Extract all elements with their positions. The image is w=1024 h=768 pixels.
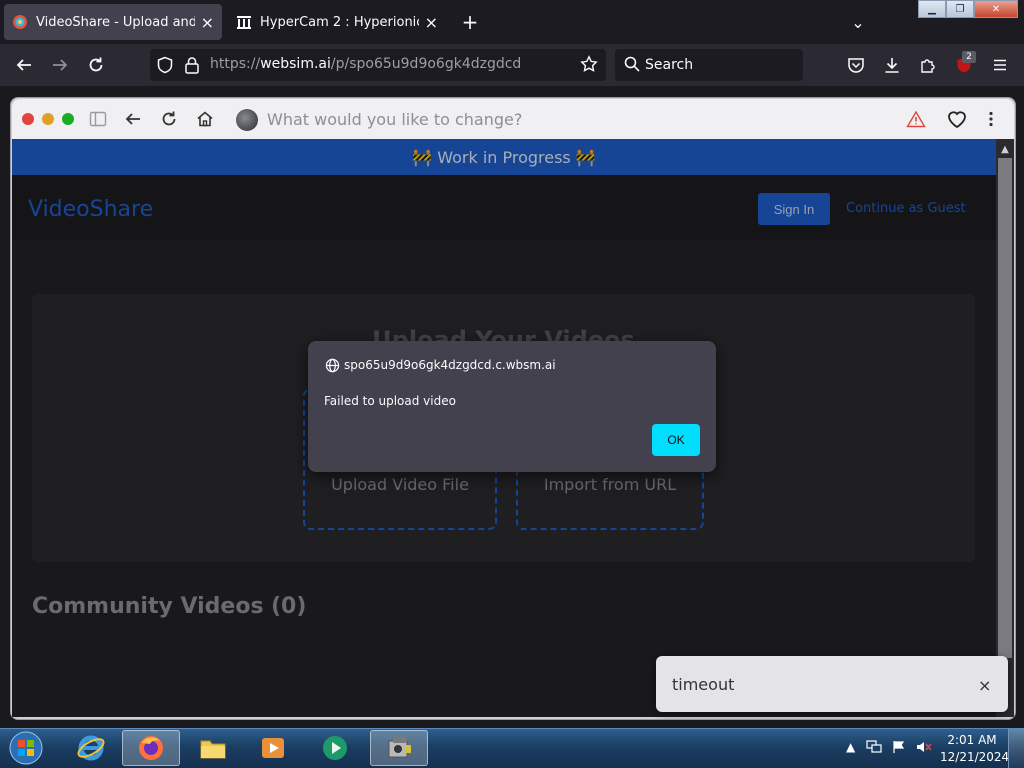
shield-icon[interactable]: [156, 56, 174, 78]
extensions-button[interactable]: [914, 51, 942, 79]
maximize-button[interactable]: ❐: [946, 0, 974, 18]
traffic-light-minimize-icon[interactable]: [42, 113, 54, 125]
media-center-icon: [323, 736, 347, 760]
show-desktop-button[interactable]: [1008, 729, 1024, 768]
tab-label: VideoShare - Upload and Manage: [36, 14, 195, 30]
search-icon: [624, 56, 640, 76]
tab-list-button[interactable]: ⌄: [844, 8, 872, 36]
close-window-button[interactable]: ✕: [974, 0, 1018, 18]
tab-label: HyperCam 2 : Hyperionics : Free: [260, 14, 419, 30]
pocket-icon: [848, 58, 864, 73]
traffic-light-maximize-icon[interactable]: [62, 113, 74, 125]
museum-favicon-icon: [237, 16, 251, 29]
url-scheme: https://: [210, 56, 261, 72]
reload-button[interactable]: [82, 51, 110, 79]
scrollbar-thumb[interactable]: [998, 158, 1012, 658]
menu-button[interactable]: [986, 51, 1014, 79]
hamburger-icon: [994, 59, 1006, 71]
bookmark-star-icon[interactable]: [580, 55, 598, 77]
heart-icon[interactable]: [946, 108, 968, 134]
taskbar-media-player[interactable]: [244, 730, 302, 766]
tab-videoshare[interactable]: VideoShare - Upload and Manage ×: [4, 4, 222, 40]
url-path: /p/spo65u9d9o6gk4dzgdcd: [330, 56, 522, 72]
dialog-origin: spo65u9d9o6gk4dzgdcd.c.wbsm.ai: [344, 358, 556, 372]
media-player-icon: [262, 738, 284, 758]
dialog-ok-button[interactable]: OK: [652, 424, 700, 456]
folder-icon: [200, 740, 226, 759]
more-options-icon[interactable]: [987, 110, 995, 132]
lock-icon[interactable]: [184, 56, 200, 78]
tab-hypercam[interactable]: HyperCam 2 : Hyperionics : Free ×: [228, 4, 446, 40]
start-button[interactable]: [6, 730, 46, 766]
action-center-flag-icon[interactable]: [892, 740, 906, 757]
taskbar-file-explorer[interactable]: [184, 730, 242, 766]
taskbar-firefox[interactable]: [122, 730, 180, 766]
network-icon[interactable]: [866, 740, 882, 757]
arrow-left-icon: [16, 59, 31, 71]
clock-date[interactable]: 12/21/2024: [940, 750, 1009, 764]
warning-icon[interactable]: [906, 110, 926, 132]
toast-message: timeout: [672, 675, 735, 694]
traffic-light-close-icon[interactable]: [22, 113, 34, 125]
tab-close-icon[interactable]: ×: [425, 13, 438, 32]
reload-icon: [89, 57, 103, 72]
pocket-button[interactable]: [842, 51, 870, 79]
home-icon[interactable]: [196, 110, 214, 132]
sidebar-toggle-icon[interactable]: [89, 110, 107, 132]
forward-button[interactable]: [46, 51, 74, 79]
websim-back-icon[interactable]: [124, 110, 142, 132]
windows-logo-icon: [9, 731, 43, 765]
internet-explorer-icon: [77, 735, 105, 761]
hypercam-icon: [388, 737, 411, 758]
user-avatar[interactable]: [236, 109, 258, 131]
toast-close-icon[interactable]: ×: [978, 676, 991, 695]
arrow-right-icon: [53, 59, 68, 71]
scroll-up-icon[interactable]: ▲: [996, 141, 1014, 157]
url-domain: websim.ai: [260, 56, 331, 72]
websim-reload-icon[interactable]: [160, 110, 178, 132]
taskbar-hypercam[interactable]: [370, 730, 428, 766]
taskbar-media-center[interactable]: [306, 730, 364, 766]
minimize-button[interactable]: ▁: [918, 0, 946, 18]
dialog-message: Failed to upload video: [324, 394, 456, 408]
search-placeholder: Search: [645, 57, 694, 73]
downloads-button[interactable]: [878, 51, 906, 79]
websim-favicon-icon: [13, 15, 27, 29]
firefox-icon: [139, 736, 163, 760]
download-icon: [885, 58, 899, 73]
tab-close-icon[interactable]: ×: [201, 13, 214, 32]
show-hidden-icons-icon[interactable]: ▲: [846, 740, 855, 754]
new-tab-button[interactable]: +: [456, 8, 484, 36]
globe-icon: [325, 358, 340, 377]
volume-muted-icon[interactable]: [916, 740, 932, 757]
websim-prompt-input[interactable]: What would you like to change?: [267, 110, 522, 129]
puzzle-icon: [921, 59, 935, 73]
clock-time[interactable]: 2:01 AM: [944, 733, 1000, 747]
taskbar-internet-explorer[interactable]: [62, 730, 120, 766]
url-text[interactable]: https://websim.ai/p/spo65u9d9o6gk4dzgdcd: [210, 56, 521, 72]
back-button[interactable]: [10, 51, 38, 79]
extension-badge: 2: [962, 51, 976, 63]
search-box[interactable]: Search: [615, 49, 803, 81]
